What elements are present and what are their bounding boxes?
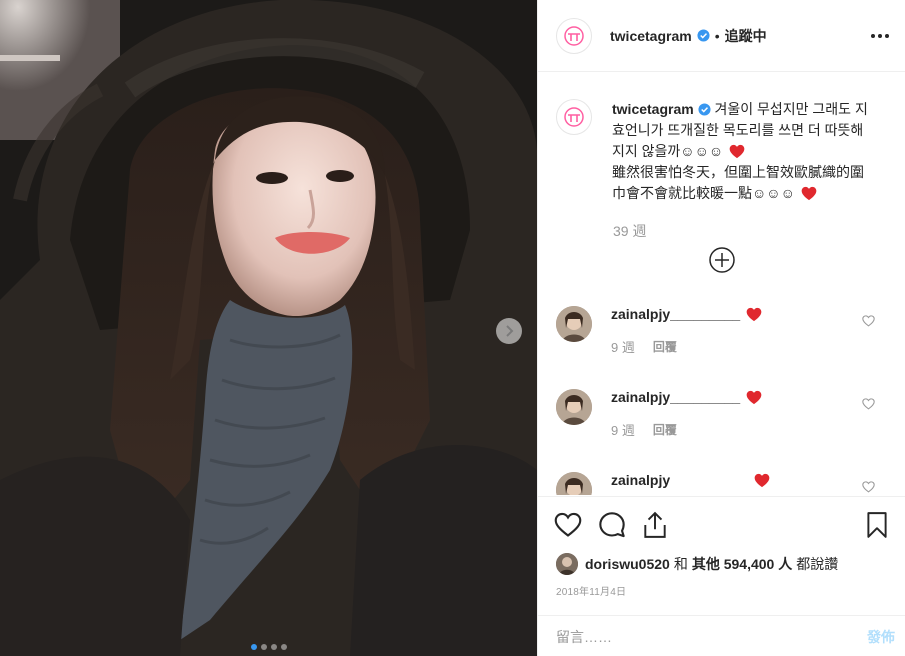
red-heart-emoji-icon (746, 307, 762, 322)
reply-button[interactable]: 回覆 (653, 421, 677, 438)
comment-like-icon[interactable] (862, 398, 875, 410)
carousel-dot (280, 644, 287, 650)
comment-item: zainalpjy_________ 9 週 回覆 (556, 306, 887, 356)
verified-icon (698, 103, 711, 116)
bookmark-icon[interactable] (865, 511, 889, 539)
add-comment-form: 發佈 (538, 615, 905, 656)
post-header: twicetagram • 追蹤中 (538, 0, 905, 72)
more-options-icon[interactable] (871, 33, 889, 38)
selfie-photo (0, 0, 537, 656)
comment-time[interactable]: 9 週 (611, 420, 635, 439)
carousel-dot (250, 644, 257, 650)
post-actions: doriswu0520 和 其他 594,400 人 都說讚 2018年11月4… (538, 496, 905, 656)
avatar-image (556, 306, 592, 342)
post-date[interactable]: 2018年11月4日 (538, 575, 905, 598)
comments-list[interactable]: twicetagram 겨울이 무섭지만 그래도 지효언니가 뜨개질한 목도리를… (538, 73, 905, 495)
verified-icon (697, 29, 710, 42)
comment-like-icon[interactable] (862, 481, 875, 493)
carousel-dot (260, 644, 267, 650)
red-heart-emoji-icon (801, 186, 817, 201)
twice-logo-icon (564, 107, 584, 127)
likes-and: 和 (673, 556, 688, 572)
comment-input[interactable] (556, 628, 867, 645)
comment-item: zainalpjy (556, 472, 887, 495)
comment-username[interactable]: zainalpjy_________ (611, 389, 740, 405)
commenter-avatar[interactable] (556, 389, 592, 425)
red-heart-emoji-icon (729, 144, 745, 159)
reply-button[interactable]: 回覆 (653, 338, 677, 355)
liker-username[interactable]: doriswu0520 (585, 556, 670, 572)
next-photo-button[interactable] (496, 318, 522, 344)
post-sidebar: twicetagram • 追蹤中 twicetagram 겨울이 무섭지만 그… (537, 0, 905, 656)
caption-username[interactable]: twicetagram (612, 101, 694, 117)
red-heart-emoji-icon (754, 473, 770, 488)
post-dialog: twicetagram • 追蹤中 twicetagram 겨울이 무섭지만 그… (0, 0, 905, 656)
post-comment-button[interactable]: 發佈 (867, 627, 895, 647)
commenter-avatar[interactable] (556, 306, 592, 342)
author-avatar[interactable] (556, 17, 592, 54)
red-heart-emoji-icon (746, 390, 762, 405)
caption-text-chinese: 雖然很害怕冬天，但圍上智效歐膩織的圍巾會不會就比較暖一點☺☺☺ (612, 164, 864, 201)
heart-icon[interactable] (554, 512, 582, 538)
share-icon[interactable] (642, 511, 668, 539)
post-photo[interactable] (0, 0, 537, 656)
caption-avatar[interactable] (556, 99, 592, 135)
load-more-icon[interactable] (709, 247, 735, 273)
following-button[interactable]: 追蹤中 (725, 26, 767, 46)
comment-item: zainalpjy_________ 9 週 回覆 (556, 389, 887, 439)
comment-like-icon[interactable] (862, 315, 875, 327)
comment-time[interactable]: 9 週 (611, 337, 635, 356)
likes-summary: doriswu0520 和 其他 594,400 人 都說讚 (538, 539, 905, 575)
avatar-image (556, 472, 592, 495)
separator: • (714, 27, 720, 44)
caption-time[interactable]: 39 週 (613, 221, 905, 241)
carousel-indicator (0, 644, 537, 650)
twice-logo-icon (564, 25, 584, 46)
next-arrow-icon (506, 325, 514, 337)
post-caption: twicetagram 겨울이 무섭지만 그래도 지효언니가 뜨개질한 목도리를… (538, 73, 905, 204)
avatar-image (556, 553, 578, 575)
liker-avatar[interactable] (556, 553, 578, 575)
likes-suffix: 都說讚 (796, 556, 839, 572)
likes-count[interactable]: 其他 594,400 人 (692, 554, 792, 574)
carousel-dot (270, 644, 277, 650)
comment-icon[interactable] (598, 511, 626, 539)
avatar-image (556, 389, 592, 425)
comment-username[interactable]: zainalpjy_________ (611, 306, 740, 322)
commenter-avatar[interactable] (556, 472, 592, 495)
author-username[interactable]: twicetagram (610, 28, 692, 44)
comment-username[interactable]: zainalpjy (611, 472, 670, 488)
